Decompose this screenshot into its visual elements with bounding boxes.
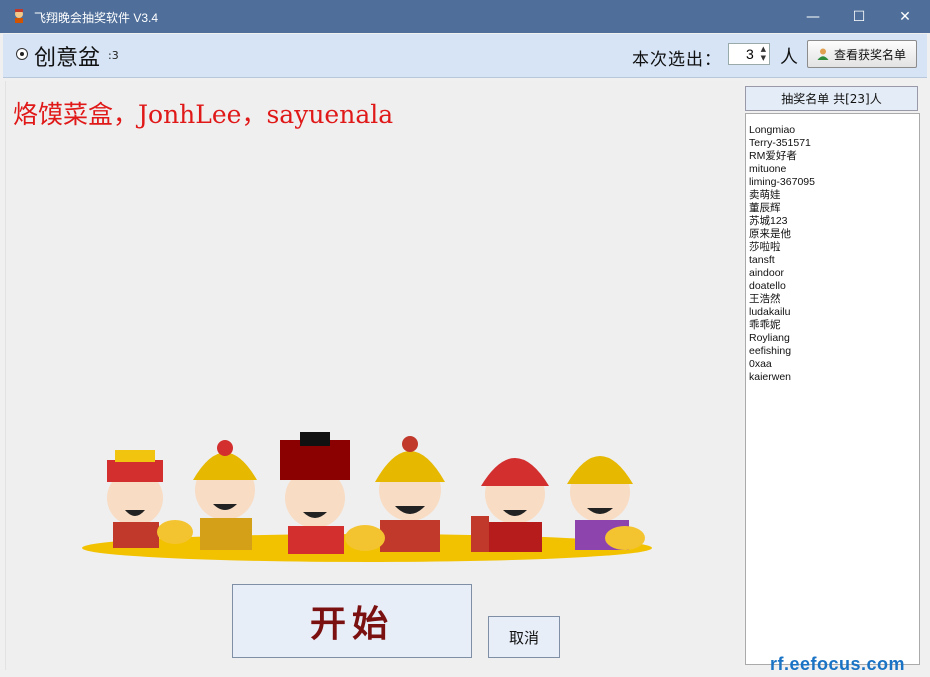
start-button[interactable]: 开始 xyxy=(232,584,472,658)
list-item[interactable]: Terry-351571 xyxy=(749,137,917,150)
project-suffix: :3 xyxy=(108,49,119,62)
person-icon xyxy=(817,48,829,60)
participant-list[interactable]: Longmiao Terry-351571 RM爱好者 mituone liming-3… xyxy=(745,113,920,665)
list-item[interactable]: 苏城123 xyxy=(749,215,917,228)
title-bar: 飞翔晚会抽奖软件 V3.4 — ☐ ✕ xyxy=(0,0,930,33)
close-button[interactable]: ✕ xyxy=(882,0,928,33)
list-item[interactable]: RM爱好者 xyxy=(749,150,917,163)
list-item[interactable]: 卖萌娃 xyxy=(749,189,917,202)
count-unit: 人 xyxy=(780,47,798,68)
list-item[interactable]: 原来是他 xyxy=(749,228,917,241)
draw-area xyxy=(5,81,743,670)
minimize-icon: — xyxy=(806,8,820,25)
list-item[interactable]: aindoor xyxy=(749,267,917,280)
list-item[interactable]: liming-367095 xyxy=(749,176,917,189)
maximize-button[interactable]: ☐ xyxy=(836,0,882,33)
window-title: 飞翔晚会抽奖软件 V3.4 xyxy=(34,11,159,25)
cancel-button[interactable]: 取消 xyxy=(488,616,560,658)
list-item[interactable]: mituone xyxy=(749,163,917,176)
fortune-gods-illustration xyxy=(82,432,652,562)
minimize-button[interactable]: — xyxy=(790,0,836,33)
toolbar: 创意盆 :3 本次选出： 3 ▲ ▼ 人 查看获奖名单 xyxy=(3,34,927,78)
close-icon: ✕ xyxy=(899,8,911,25)
count-label: 本次选出： xyxy=(632,50,722,70)
participant-list-header[interactable]: 抽奖名单 共[23]人 xyxy=(745,86,918,111)
list-item[interactable]: doatello xyxy=(749,280,917,293)
list-item[interactable]: ludakailu xyxy=(749,306,917,319)
project-name: 创意盆 xyxy=(34,46,101,71)
count-value[interactable]: 3 xyxy=(746,46,754,62)
winners-display: 烙馍菜盒，JonhLee，sayuenala xyxy=(13,100,394,129)
project-radio[interactable] xyxy=(16,48,28,60)
list-item[interactable]: 0xaa xyxy=(749,358,917,371)
view-winners-label: 查看获奖名单 xyxy=(834,47,907,62)
view-winners-button[interactable]: 查看获奖名单 xyxy=(807,40,917,68)
list-item[interactable]: 莎啦啦 xyxy=(749,241,917,254)
app-icon xyxy=(15,9,23,23)
list-item[interactable]: 王浩然 xyxy=(749,293,917,306)
watermark: rf.eefocus.com xyxy=(770,654,906,674)
list-item[interactable]: kaierwen xyxy=(749,371,917,384)
start-label: 开始 xyxy=(309,603,394,645)
maximize-icon: ☐ xyxy=(852,8,866,25)
list-item[interactable]: eefishing xyxy=(749,345,917,358)
spin-arrows-icon[interactable]: ▲ ▼ xyxy=(761,45,766,63)
list-item[interactable]: tansft xyxy=(749,254,917,267)
cancel-label: 取消 xyxy=(508,628,539,647)
list-item[interactable]: 乖乖妮 xyxy=(749,319,917,332)
list-item[interactable]: Longmiao xyxy=(749,124,917,137)
list-item[interactable]: 董辰辉 xyxy=(749,202,917,215)
count-stepper[interactable]: 3 ▲ ▼ xyxy=(728,43,770,65)
list-item[interactable]: Royliang xyxy=(749,332,917,345)
